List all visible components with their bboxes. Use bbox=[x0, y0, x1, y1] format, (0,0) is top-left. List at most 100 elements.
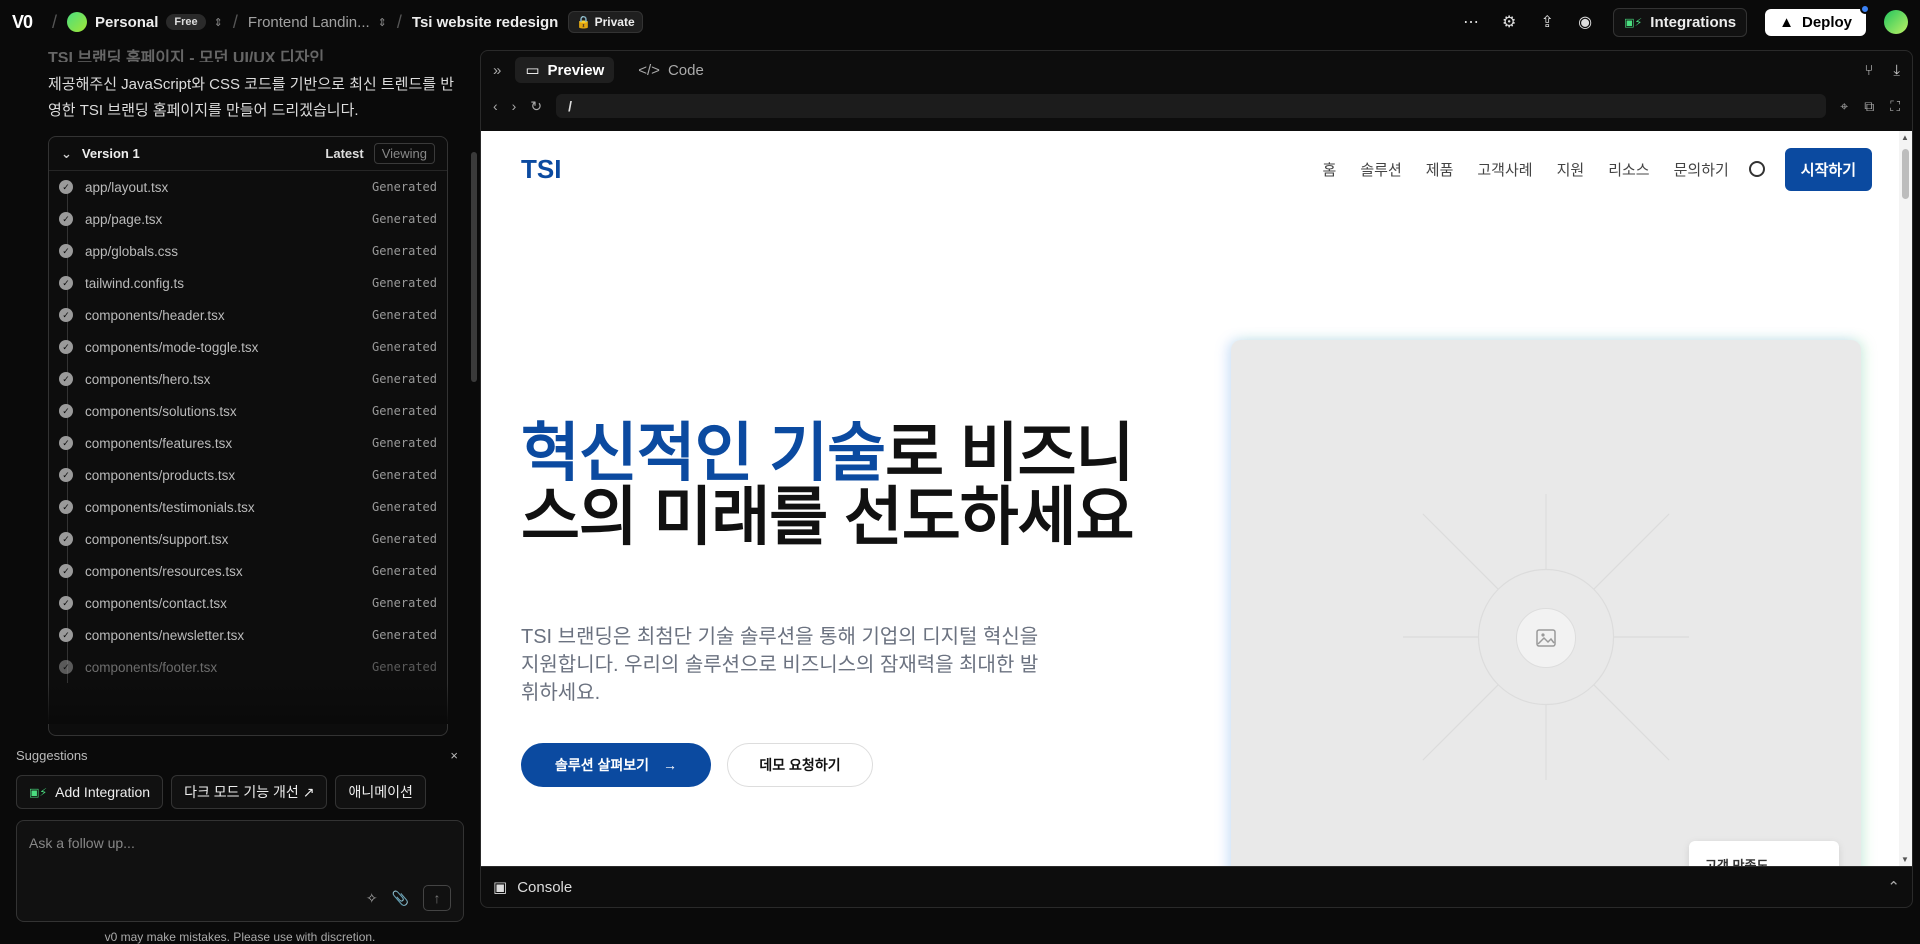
file-name: components/testimonials.tsx bbox=[85, 499, 255, 515]
expand-up-icon[interactable]: ⌃ bbox=[1887, 878, 1900, 896]
open-new-window-icon[interactable]: ⧉ bbox=[1864, 98, 1874, 115]
file-name: components/newsletter.tsx bbox=[85, 627, 245, 643]
gear-icon[interactable]: ⚙ bbox=[1499, 12, 1519, 32]
site-logo[interactable]: TSI bbox=[521, 154, 561, 185]
select-element-icon[interactable]: ⌖ bbox=[1840, 98, 1848, 115]
file-name: tailwind.config.ts bbox=[85, 275, 185, 291]
project-name: Frontend Landin... bbox=[247, 13, 370, 31]
v0-logo[interactable]: V0 bbox=[12, 12, 33, 33]
file-row[interactable]: ✓ components/features.tsx Generated bbox=[49, 427, 447, 459]
preview-scroll-thumb[interactable] bbox=[1902, 149, 1909, 199]
file-row[interactable]: ✓ app/layout.tsx Generated bbox=[49, 171, 447, 203]
site-nav-item[interactable]: 솔루션 bbox=[1360, 159, 1401, 180]
close-icon[interactable]: × bbox=[450, 748, 458, 763]
url-field[interactable]: / bbox=[556, 94, 1827, 118]
tab-preview[interactable]: ▭ Preview bbox=[515, 57, 615, 83]
branch-icon[interactable]: ⑂ bbox=[1864, 62, 1873, 79]
file-status: Generated bbox=[371, 500, 437, 514]
file-status: Generated bbox=[371, 596, 437, 610]
tab-code[interactable]: </> Code bbox=[628, 58, 714, 83]
sun-icon[interactable] bbox=[1748, 161, 1765, 177]
satisfaction-card: 고객 만족도 bbox=[1689, 841, 1839, 866]
plan-badge: Free bbox=[166, 14, 206, 30]
start-button[interactable]: 시작하기 bbox=[1784, 147, 1872, 191]
workspace-avatar bbox=[67, 12, 88, 32]
file-name: components/solutions.tsx bbox=[85, 403, 237, 419]
file-row[interactable]: ✓ components/footer.tsx Generated bbox=[49, 651, 447, 683]
preview-scrollbar[interactable]: ▲ ▼ bbox=[1899, 131, 1912, 866]
file-row[interactable]: ✓ components/resources.tsx Generated bbox=[49, 555, 447, 587]
github-icon[interactable]: ◉ bbox=[1575, 12, 1595, 32]
chip-label: 다크 모드 기능 개선 ↗ bbox=[184, 784, 315, 800]
file-status: Generated bbox=[371, 436, 437, 450]
file-row[interactable]: ✓ app/globals.css Generated bbox=[49, 235, 447, 267]
followup-input[interactable] bbox=[29, 835, 449, 851]
animation-chip[interactable]: 애니메이션 bbox=[335, 775, 426, 809]
chevron-updown-icon: ⇕ bbox=[213, 16, 223, 29]
version-header[interactable]: ⌄ Version 1 Latest Viewing bbox=[49, 137, 447, 171]
user-avatar[interactable] bbox=[1884, 10, 1908, 34]
site-nav-item[interactable]: 문의하기 bbox=[1674, 159, 1729, 180]
file-row[interactable]: ✓ components/newsletter.tsx Generated bbox=[49, 619, 447, 651]
arrow-right-icon: → bbox=[663, 757, 678, 773]
file-row[interactable]: ✓ tailwind.config.ts Generated bbox=[49, 267, 447, 299]
file-row[interactable]: ✓ components/mode-toggle.tsx Generated bbox=[49, 331, 447, 363]
file-row[interactable]: ✓ components/products.tsx Generated bbox=[49, 459, 447, 491]
sparkle-icon[interactable]: ✧ bbox=[366, 890, 378, 907]
request-demo-button[interactable]: 데모 요청하기 bbox=[727, 743, 873, 787]
chat-scrollbar[interactable] bbox=[471, 152, 477, 382]
private-badge[interactable]: 🔒 Private bbox=[568, 11, 643, 33]
file-status: Generated bbox=[371, 276, 437, 290]
dark-mode-chip[interactable]: 다크 모드 기능 개선 ↗ bbox=[171, 775, 328, 809]
file-row[interactable]: ✓ components/contact.tsx Generated bbox=[49, 587, 447, 619]
file-row[interactable]: ✓ components/solutions.tsx Generated bbox=[49, 395, 447, 427]
file-status: Generated bbox=[371, 212, 437, 226]
back-icon[interactable]: ‹ bbox=[493, 98, 498, 114]
check-icon: ✓ bbox=[59, 660, 73, 674]
file-row[interactable]: ✓ components/hero.tsx Generated bbox=[49, 363, 447, 395]
disclaimer: v0 may make mistakes. Please use with di… bbox=[104, 930, 376, 944]
site-nav-item[interactable]: 지원 bbox=[1557, 159, 1585, 180]
console-bar[interactable]: ▣ Console ⌃ bbox=[481, 866, 1912, 907]
scroll-down-icon[interactable]: ▼ bbox=[1901, 855, 1909, 864]
previous-message: TSI 브랜딩 홈페이지 - 모던 UI/UX 디자인 bbox=[48, 50, 325, 62]
chat-panel: TSI 브랜딩 홈페이지 - 모던 UI/UX 디자인 제공해주신 JavaSc… bbox=[0, 44, 477, 944]
code-icon: </> bbox=[638, 61, 660, 79]
hero-title-highlight: 혁신적인 기술 bbox=[521, 417, 886, 489]
more-icon[interactable]: ⋯ bbox=[1461, 12, 1481, 32]
paperclip-icon[interactable]: 📎 bbox=[392, 890, 409, 907]
file-row[interactable]: ✓ app/page.tsx Generated bbox=[49, 203, 447, 235]
download-icon[interactable]: ⤓ bbox=[1893, 62, 1900, 79]
site-nav-item[interactable]: 제품 bbox=[1426, 159, 1454, 180]
integrations-button[interactable]: ▣⚡ Integrations bbox=[1613, 7, 1748, 37]
top-bar: V0 / Personal Free ⇕ / Frontend Landin..… bbox=[0, 0, 1920, 44]
triangle-icon: ▲ bbox=[1779, 13, 1794, 31]
fullscreen-icon[interactable]: ⛶ bbox=[1890, 98, 1900, 115]
file-name: app/page.tsx bbox=[85, 211, 163, 227]
explore-solutions-button[interactable]: 솔루션 살펴보기 → bbox=[521, 743, 711, 787]
chat-title[interactable]: Tsi website redesign 🔒 Private bbox=[412, 11, 643, 33]
followup-box: ✧ 📎 ↑ bbox=[16, 820, 464, 922]
workspace-switcher[interactable]: Personal Free ⇕ bbox=[67, 12, 223, 32]
file-row[interactable]: ✓ components/support.tsx Generated bbox=[49, 523, 447, 555]
collapse-icon[interactable]: » bbox=[493, 62, 501, 79]
scroll-up-icon[interactable]: ▲ bbox=[1901, 133, 1909, 142]
site-nav-item[interactable]: 리소스 bbox=[1608, 159, 1649, 180]
deploy-button[interactable]: ▲ Deploy bbox=[1765, 3, 1870, 36]
refresh-icon[interactable]: ↻ bbox=[530, 98, 542, 115]
site-nav-item[interactable]: 고객사례 bbox=[1477, 159, 1532, 180]
site-nav-item[interactable]: 홈 bbox=[1323, 159, 1337, 180]
project-switcher[interactable]: Frontend Landin... ⇕ bbox=[248, 14, 387, 31]
file-row[interactable]: ✓ components/testimonials.tsx Generated bbox=[49, 491, 447, 523]
add-integration-chip[interactable]: ▣⚡ Add Integration bbox=[16, 775, 164, 809]
share-icon[interactable]: ⇪ bbox=[1537, 12, 1557, 32]
check-icon: ✓ bbox=[59, 596, 73, 610]
send-button[interactable]: ↑ bbox=[423, 885, 451, 911]
chevron-down-icon: ⌄ bbox=[61, 145, 72, 161]
file-row[interactable]: ✓ components/header.tsx Generated bbox=[49, 299, 447, 331]
deploy-label: Deploy bbox=[1801, 13, 1852, 31]
forward-icon[interactable]: › bbox=[512, 98, 517, 114]
check-icon: ✓ bbox=[59, 500, 73, 514]
file-name: components/contact.tsx bbox=[85, 595, 227, 611]
breadcrumb-separator: / bbox=[396, 11, 402, 32]
